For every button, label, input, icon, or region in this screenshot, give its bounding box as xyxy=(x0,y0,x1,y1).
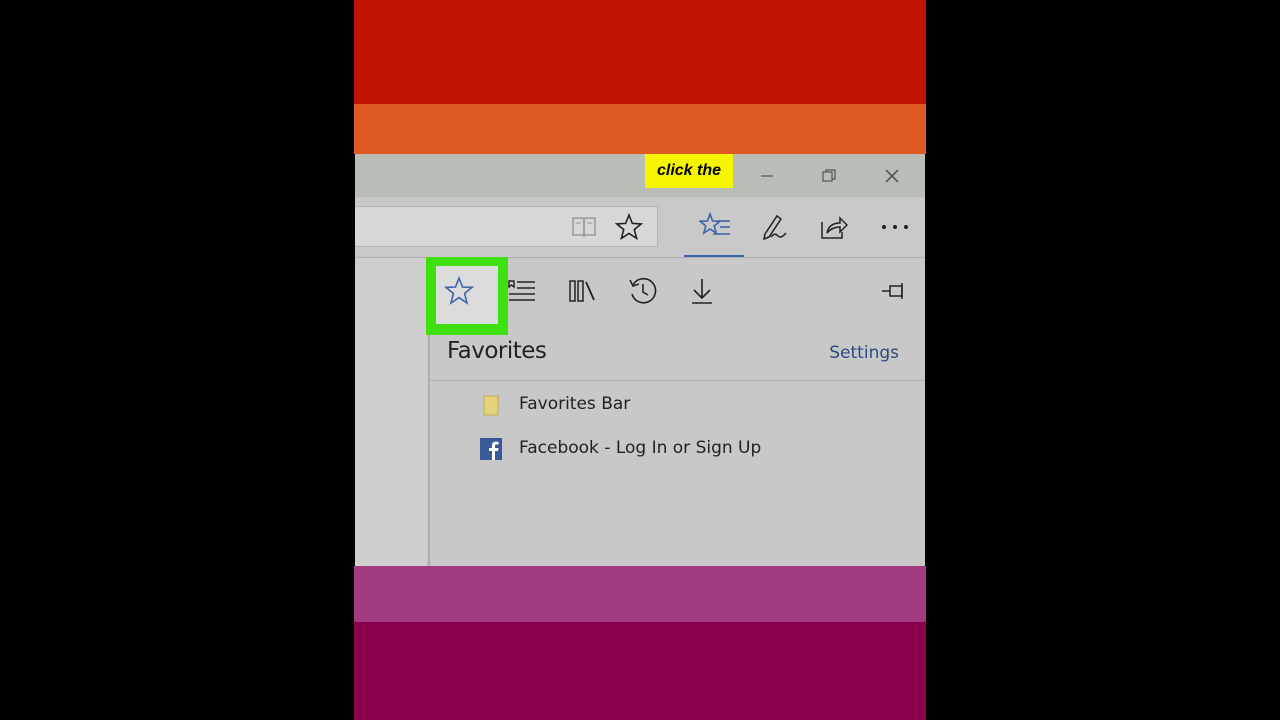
hub-button[interactable] xyxy=(695,210,735,244)
add-favorite-button[interactable] xyxy=(613,213,645,241)
favorites-header: Favorites Settings xyxy=(430,330,925,381)
hub-pane: Favorites Settings Favorites Bar Faceboo… xyxy=(426,257,925,566)
folder-icon xyxy=(483,395,499,416)
reading-view-icon xyxy=(572,217,596,238)
share-button[interactable] xyxy=(815,210,851,244)
tab-downloads[interactable] xyxy=(678,266,726,316)
tab-reading-list[interactable] xyxy=(498,266,546,316)
background-band-pink xyxy=(354,566,926,622)
hub-pane-tabs xyxy=(426,257,925,335)
hub-icon xyxy=(699,212,730,235)
minimize-button[interactable] xyxy=(747,162,787,190)
web-note-button[interactable] xyxy=(756,210,792,244)
history-icon xyxy=(629,278,657,304)
share-icon xyxy=(821,216,848,239)
downloads-icon xyxy=(692,279,712,304)
restore-button[interactable] xyxy=(809,162,849,190)
pin-pane-button[interactable] xyxy=(870,266,918,316)
reading-view-button[interactable] xyxy=(569,213,599,241)
background-band-magenta xyxy=(354,622,926,720)
background-band-red xyxy=(354,0,926,104)
pin-icon xyxy=(882,283,903,299)
tab-favorites[interactable] xyxy=(426,257,508,335)
add-favorite-star-icon xyxy=(615,213,643,241)
close-icon xyxy=(885,169,899,183)
title-bar: click the xyxy=(355,154,925,197)
address-bar[interactable] xyxy=(355,206,658,247)
background-band-orange xyxy=(354,104,926,154)
restore-icon xyxy=(822,169,836,182)
tab-books[interactable] xyxy=(558,266,606,316)
tab-history[interactable] xyxy=(619,266,667,316)
instruction-caption: click the xyxy=(645,154,733,188)
more-icon xyxy=(882,225,908,229)
more-button[interactable] xyxy=(877,210,913,244)
page-content-area xyxy=(355,258,427,566)
books-icon xyxy=(569,280,595,302)
favorite-item-favorites-bar[interactable]: Favorites Bar xyxy=(430,384,925,424)
favorites-star-icon xyxy=(444,276,474,305)
reading-list-icon xyxy=(508,280,535,301)
close-button[interactable] xyxy=(872,162,912,190)
web-note-pen-icon xyxy=(762,214,787,241)
facebook-icon xyxy=(480,438,502,460)
pane-title: Favorites xyxy=(447,338,547,364)
browser-toolbar xyxy=(355,197,925,259)
settings-link[interactable]: Settings xyxy=(829,343,899,363)
favorite-item-label: Favorites Bar xyxy=(519,394,631,414)
video-frame: click the Favorites Settings Favorites B… xyxy=(354,0,926,720)
minimize-icon xyxy=(761,175,773,177)
favorite-item-label: Facebook - Log In or Sign Up xyxy=(519,438,762,458)
browser-window: click the Favorites Settings Favorites B… xyxy=(355,154,925,566)
favorite-item-facebook[interactable]: Facebook - Log In or Sign Up xyxy=(430,428,925,468)
